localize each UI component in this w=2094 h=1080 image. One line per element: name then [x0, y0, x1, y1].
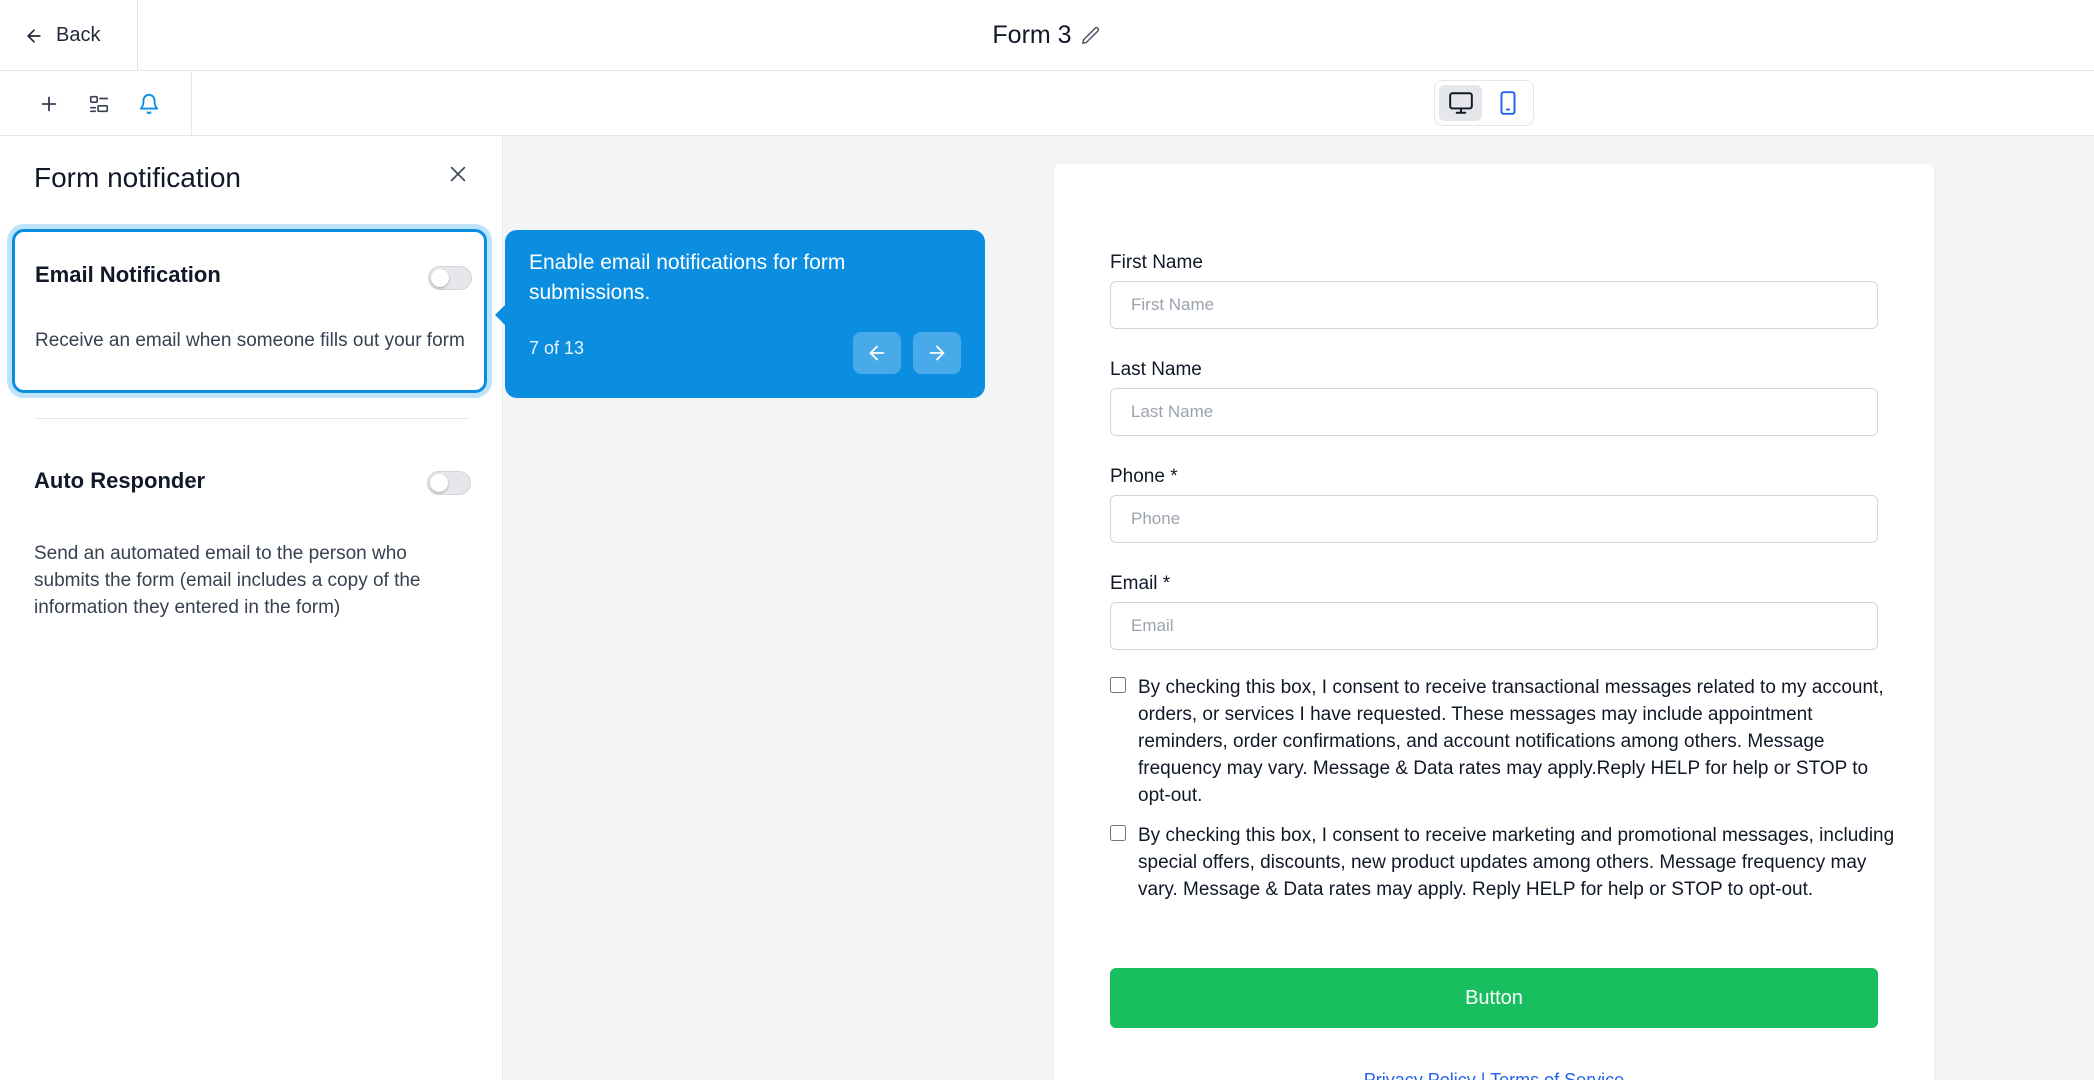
- form-title: Form 3: [992, 21, 1072, 49]
- layout-icon: [89, 95, 109, 112]
- submit-button[interactable]: Button: [1110, 968, 1878, 1028]
- first-name-input[interactable]: [1110, 281, 1878, 329]
- marketing-consent: By checking this box, I consent to recei…: [1110, 822, 1900, 903]
- close-icon: [450, 166, 466, 182]
- email-label: Email *: [1110, 573, 1171, 594]
- arrow-right-icon: [929, 345, 945, 361]
- notification-panel: Form notification Email Notification Rec…: [0, 136, 503, 1080]
- bell-icon: [139, 93, 159, 114]
- last-name-label: Last Name: [1110, 359, 1202, 380]
- email-notification-toggle[interactable]: [428, 266, 472, 290]
- desktop-view-button[interactable]: [1439, 85, 1482, 121]
- phone-input[interactable]: [1110, 495, 1878, 543]
- last-name-input[interactable]: [1110, 388, 1878, 436]
- title-area: Form 3: [0, 0, 2094, 71]
- plus-icon: [41, 96, 57, 111]
- mobile-icon: [1500, 91, 1515, 115]
- first-name-label: First Name: [1110, 252, 1203, 273]
- footer-links[interactable]: Privacy Policy | Terms of Service: [1054, 1070, 1934, 1080]
- transactional-consent: By checking this box, I consent to recei…: [1110, 674, 1900, 809]
- tooltip-next-button[interactable]: [913, 332, 961, 374]
- pencil-icon[interactable]: [1080, 25, 1102, 47]
- marketing-consent-text: By checking this box, I consent to recei…: [1138, 825, 1895, 900]
- back-label: Back: [56, 24, 101, 46]
- notification-button[interactable]: [136, 91, 162, 117]
- tooltip-prev-button[interactable]: [853, 332, 901, 374]
- arrow-left-icon: [869, 345, 885, 361]
- device-toggle: [1434, 80, 1534, 126]
- mobile-view-button[interactable]: [1486, 85, 1529, 121]
- phone-label: Phone *: [1110, 466, 1178, 487]
- form-preview: First Name Last Name Phone * Email * By …: [1054, 164, 1934, 1080]
- email-notification-card: Email Notification Receive an email when…: [12, 229, 487, 393]
- tool-group: [0, 71, 192, 136]
- layout-button[interactable]: [86, 91, 112, 117]
- auto-responder-toggle[interactable]: [427, 471, 471, 495]
- marketing-consent-checkbox[interactable]: [1110, 825, 1126, 841]
- arrow-left-icon: [27, 28, 41, 43]
- toggle-knob: [430, 474, 448, 492]
- toggle-knob: [431, 269, 449, 287]
- tooltip-text: Enable email notifications for form subm…: [529, 251, 846, 304]
- transactional-consent-text: By checking this box, I consent to recei…: [1138, 677, 1884, 806]
- auto-responder-title: Auto Responder: [34, 468, 206, 493]
- add-element-button[interactable]: [36, 91, 62, 117]
- transactional-consent-checkbox[interactable]: [1110, 677, 1126, 693]
- auto-responder-description: Send an automated email to the person wh…: [34, 543, 421, 618]
- tooltip-step-counter: 7 of 13: [529, 338, 585, 358]
- close-panel-button[interactable]: [444, 160, 472, 188]
- tour-tooltip: Enable email notifications for form subm…: [495, 230, 985, 398]
- divider: [34, 418, 470, 419]
- editor-toolbar: [0, 71, 2094, 136]
- email-notification-title: Email Notification: [35, 262, 221, 287]
- desktop-icon: [1448, 92, 1473, 114]
- back-button[interactable]: Back: [0, 0, 138, 71]
- email-notification-description: Receive an email when someone fills out …: [35, 330, 465, 351]
- panel-title: Form notification: [34, 162, 241, 193]
- top-bar: Back Form 3: [0, 0, 2094, 71]
- email-input[interactable]: [1110, 602, 1878, 650]
